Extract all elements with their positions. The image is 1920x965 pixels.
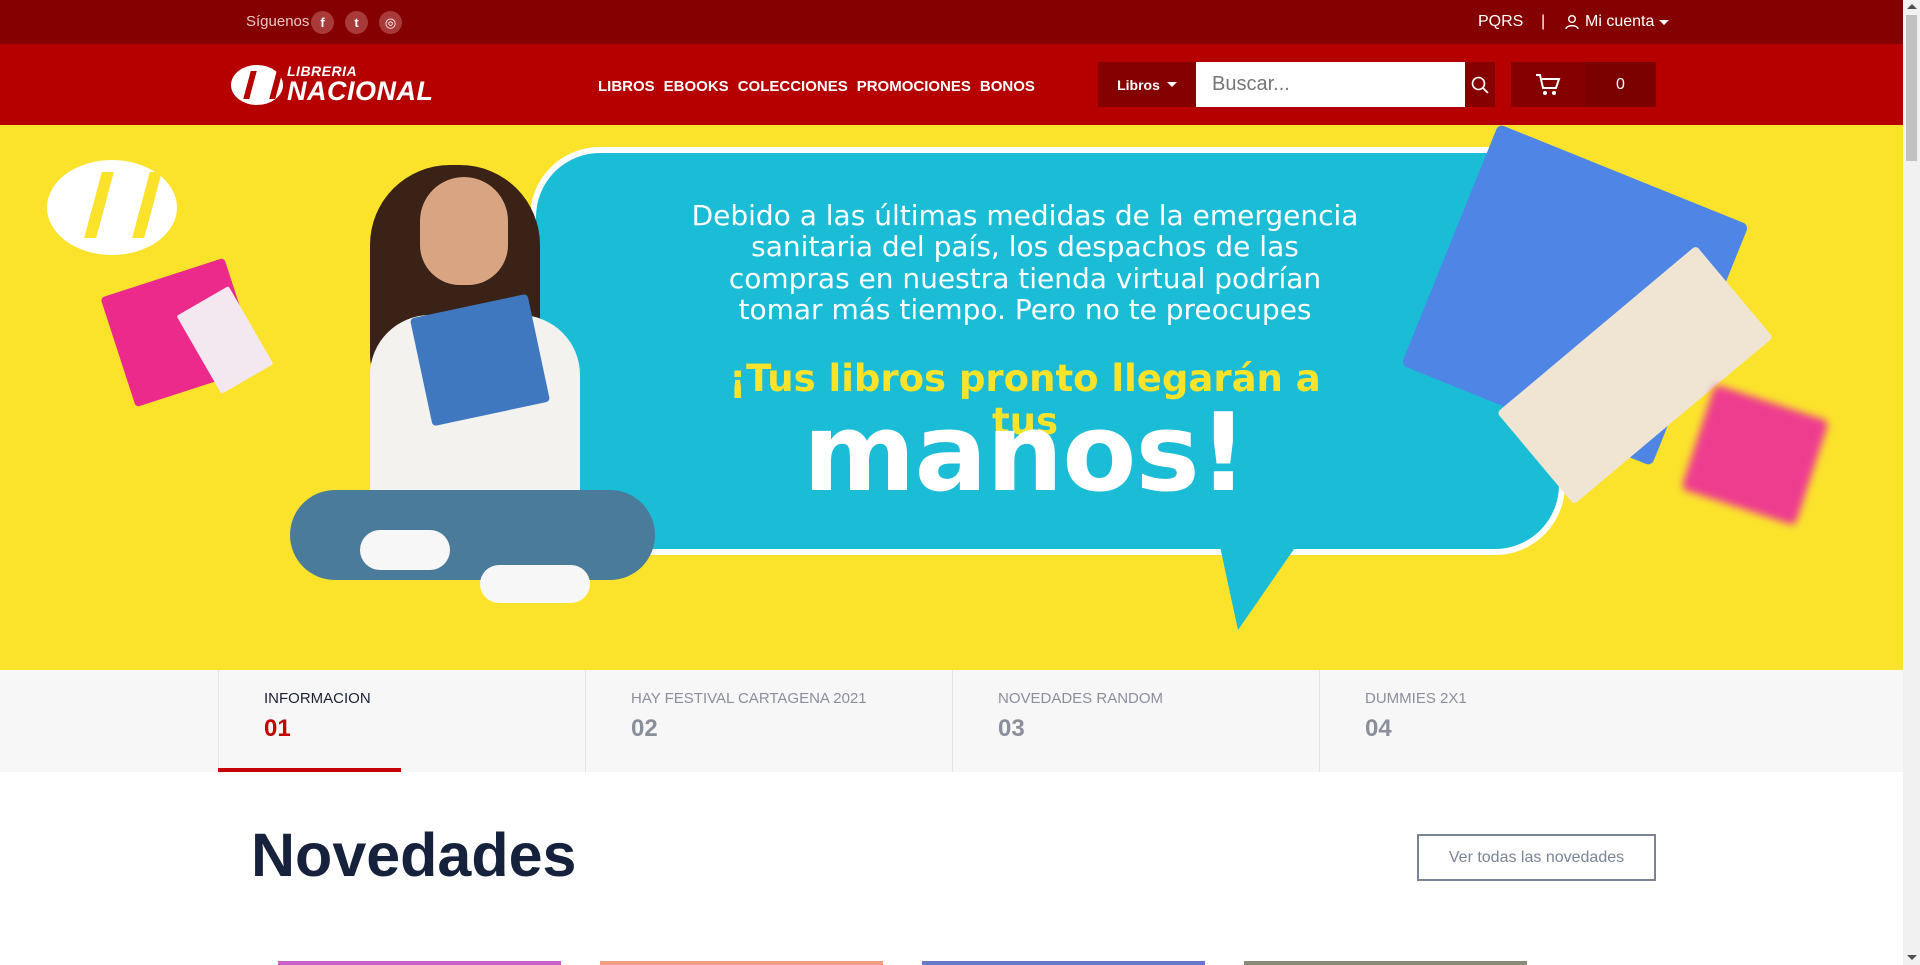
search-button[interactable] xyxy=(1465,62,1495,107)
speech-bubble-tail xyxy=(1210,500,1328,630)
topbar-separator: | xyxy=(1541,13,1546,30)
top-bar: Síguenos f t ◎ PQRS | Mi cuenta xyxy=(0,0,1903,44)
nav-ebooks[interactable]: EBOOKS xyxy=(664,78,729,95)
slider-tab-title: NOVEDADES RANDOM xyxy=(998,690,1164,707)
scroll-down-arrow-icon[interactable] xyxy=(1907,955,1917,960)
logo-mark-icon xyxy=(231,64,283,105)
slider-tab-title: DUMMIES 2X1 xyxy=(1365,690,1467,707)
chevron-down-icon xyxy=(1166,82,1177,87)
blurred-pink-book-illustration xyxy=(1680,384,1830,526)
slider-tab-number: 01 xyxy=(264,715,291,742)
search-category-select[interactable]: Libros xyxy=(1098,62,1196,107)
slider-tab-2[interactable]: HAY FESTIVAL CARTAGENA 2021 02 xyxy=(585,670,952,772)
nav-promociones[interactable]: PROMOCIONES xyxy=(857,78,971,95)
shoe-illustration xyxy=(480,565,590,603)
slider-tab-3[interactable]: NOVEDADES RANDOM 03 xyxy=(952,670,1319,772)
search-category-label: Libros xyxy=(1117,76,1160,93)
book-cover[interactable] xyxy=(922,961,1205,965)
book-cover[interactable] xyxy=(600,961,883,965)
pqrs-link[interactable]: PQRS xyxy=(1478,13,1523,31)
see-all-novedades-button[interactable]: Ver todas las novedades xyxy=(1417,834,1656,881)
slider-tab-1[interactable]: INFORMACION 01 xyxy=(218,670,585,772)
nav-libros[interactable]: LIBROS xyxy=(598,78,655,95)
book-cover[interactable] xyxy=(1244,961,1527,965)
woman-face-illustration xyxy=(420,177,508,285)
scroll-up-arrow-icon[interactable] xyxy=(1907,4,1917,9)
cart-count: 0 xyxy=(1585,62,1656,107)
scrollbar-thumb[interactable] xyxy=(1906,15,1917,161)
section-title: Novedades xyxy=(251,821,577,889)
hero-banner[interactable]: Debido a las últimas medidas de la emerg… xyxy=(0,125,1903,670)
slider-tab-title: INFORMACION xyxy=(264,690,371,707)
search-input[interactable] xyxy=(1196,62,1465,107)
slider-tab-number: 03 xyxy=(998,715,1025,742)
slider-tab-number: 02 xyxy=(631,715,658,742)
cart-button[interactable]: 0 xyxy=(1511,62,1656,107)
twitter-icon[interactable]: t xyxy=(345,11,368,34)
slider-tab-number: 04 xyxy=(1365,715,1392,742)
slider-tab-4[interactable]: DUMMIES 2X1 04 xyxy=(1319,670,1686,772)
account-label: Mi cuenta xyxy=(1585,13,1655,30)
shoe-illustration xyxy=(360,530,450,570)
nav-bonos[interactable]: BONOS xyxy=(980,78,1035,95)
instagram-icon[interactable]: ◎ xyxy=(379,11,402,34)
account-menu[interactable]: Mi cuenta xyxy=(1564,13,1670,31)
main-nav: LIBROS EBOOKS COLECCIONES PROMOCIONES BO… xyxy=(598,78,1035,95)
logo[interactable]: LIBRERIA NACIONAL xyxy=(231,64,434,105)
slider-tab-title: HAY FESTIVAL CARTAGENA 2021 xyxy=(631,690,867,707)
active-tab-indicator xyxy=(218,768,401,772)
follow-label: Síguenos xyxy=(246,13,310,30)
logo-text-big: NACIONAL xyxy=(287,76,434,106)
hero-message: Debido a las últimas medidas de la emerg… xyxy=(691,199,1359,327)
brand-logo-icon xyxy=(47,160,177,255)
hero-big-word: manos! xyxy=(802,391,1248,516)
chevron-down-icon xyxy=(1659,19,1670,25)
book-cover[interactable] xyxy=(278,961,561,965)
search-icon xyxy=(1471,76,1489,94)
main-header: LIBRERIA NACIONAL LIBROS EBOOKS COLECCIO… xyxy=(0,44,1903,125)
nav-colecciones[interactable]: COLECCIONES xyxy=(738,78,848,95)
cart-icon xyxy=(1536,73,1561,95)
facebook-icon[interactable]: f xyxy=(311,11,334,34)
user-icon xyxy=(1565,15,1579,30)
woman-jeans-illustration xyxy=(290,490,655,580)
